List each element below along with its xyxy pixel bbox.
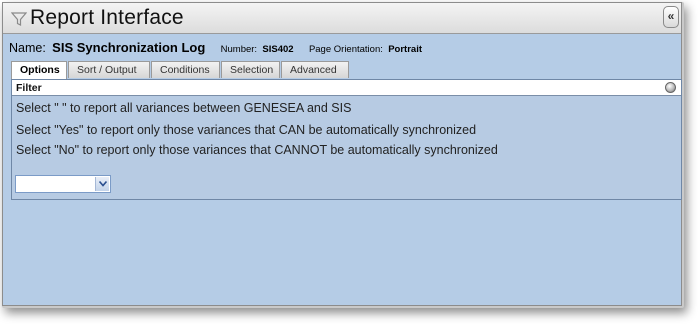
tab-conditions[interactable]: Conditions bbox=[151, 61, 220, 78]
filter-funnel-icon bbox=[10, 11, 28, 27]
title-bar: Report Interface « bbox=[3, 3, 681, 34]
collapse-button[interactable]: « bbox=[663, 6, 679, 28]
window-title: Report Interface bbox=[30, 6, 184, 29]
filter-instruction-yes: Select "Yes" to report only those varian… bbox=[16, 123, 477, 137]
report-interface-window: Report Interface « Name: SIS Synchroniza… bbox=[2, 2, 682, 306]
report-name-value: SIS Synchronization Log bbox=[52, 40, 206, 55]
page-orientation-value: Portrait bbox=[388, 44, 423, 55]
tab-selection[interactable]: Selection bbox=[221, 61, 280, 78]
circle-toggle-icon[interactable] bbox=[665, 82, 676, 93]
filter-select[interactable] bbox=[15, 175, 111, 193]
window-shadow: Report Interface « Name: SIS Synchroniza… bbox=[2, 2, 684, 308]
filter-section-header: Filter bbox=[12, 80, 681, 96]
report-name-label: Name: bbox=[9, 41, 46, 55]
filter-instruction-blank: Select " " to report all variances betwe… bbox=[16, 101, 352, 115]
chevron-down-icon[interactable] bbox=[95, 177, 109, 191]
tab-sort-output[interactable]: Sort / Output bbox=[68, 61, 150, 78]
filter-instruction-no: Select "No" to report only those varianc… bbox=[16, 143, 498, 157]
report-info-row: Name: SIS Synchronization Log Number: SI… bbox=[9, 40, 422, 55]
options-panel: Filter Select " " to report all variance… bbox=[11, 79, 682, 200]
tab-advanced[interactable]: Advanced bbox=[281, 61, 349, 78]
page-orientation-label: Page Orientation: bbox=[308, 44, 383, 55]
filter-header-label: Filter bbox=[16, 82, 42, 94]
tab-options[interactable]: Options bbox=[11, 61, 67, 79]
tab-bar: Options Sort / Output Conditions Selecti… bbox=[11, 61, 350, 79]
double-chevron-left-icon: « bbox=[667, 9, 675, 23]
report-number-label: Number: bbox=[220, 44, 258, 55]
report-number-value: SIS402 bbox=[262, 44, 294, 55]
